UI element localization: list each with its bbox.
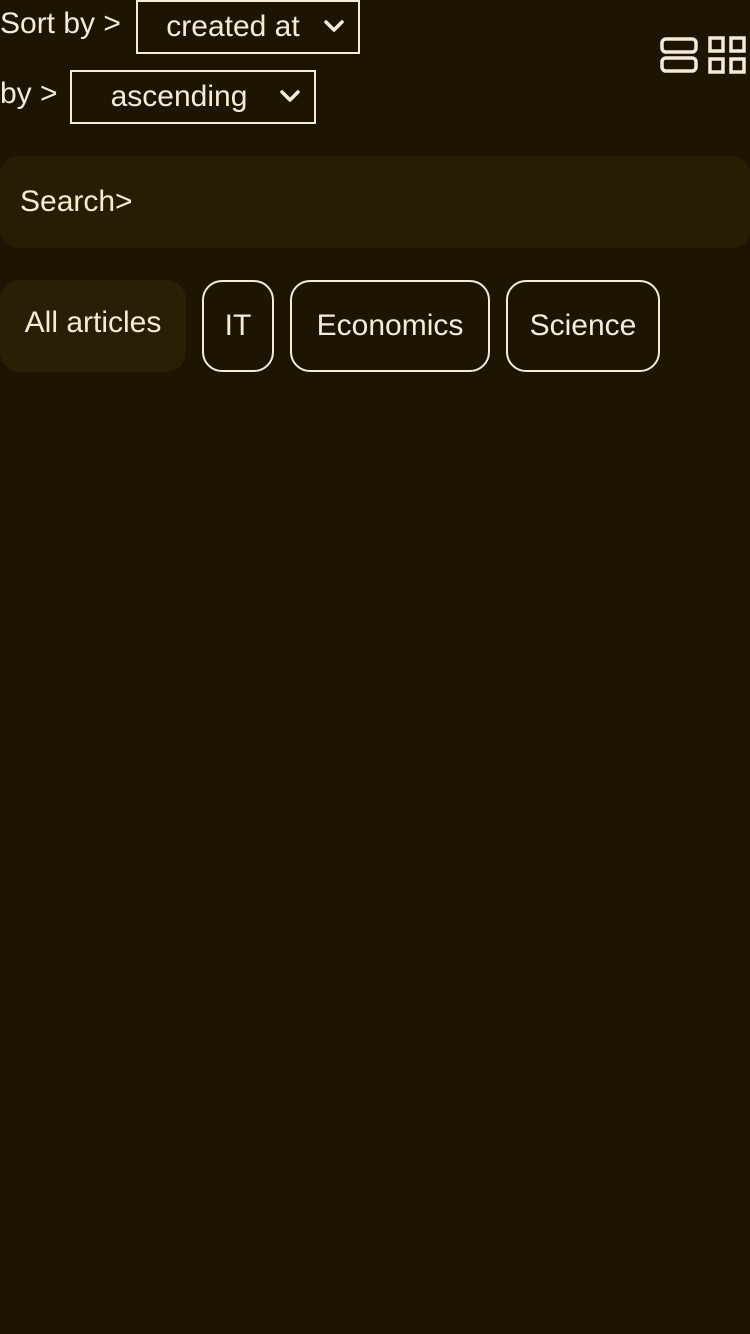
category-chip-it[interactable]: IT [202,280,274,372]
view-toggle [660,36,746,74]
chevron-down-icon [320,13,348,41]
search-bar [0,156,750,248]
sort-order-value: ascending [110,80,248,113]
sort-field-label: Sort by > [0,7,121,40]
sort-order-select[interactable]: ascending [70,70,316,124]
list-view-icon[interactable] [660,36,698,74]
category-chip-science[interactable]: Science [506,280,660,372]
chip-label: Science [529,309,637,342]
grid-view-icon[interactable] [708,36,746,74]
chip-label: All articles [24,306,162,339]
chevron-down-icon [276,83,304,111]
chip-label: IT [224,309,252,342]
sort-field-value: created at [166,10,300,43]
search-input[interactable] [20,185,720,219]
chip-label: Economics [316,309,464,342]
category-chip-all-articles[interactable]: All articles [0,280,186,372]
sort-field-row: Sort by > [0,4,121,44]
articles-page: Sort by > created at by > ascending Sear… [0,0,750,1334]
sort-order-label: by > [0,77,58,110]
category-chip-economics[interactable]: Economics [290,280,490,372]
sort-field-select[interactable]: created at [136,0,360,54]
sort-order-row: by > [0,74,58,114]
